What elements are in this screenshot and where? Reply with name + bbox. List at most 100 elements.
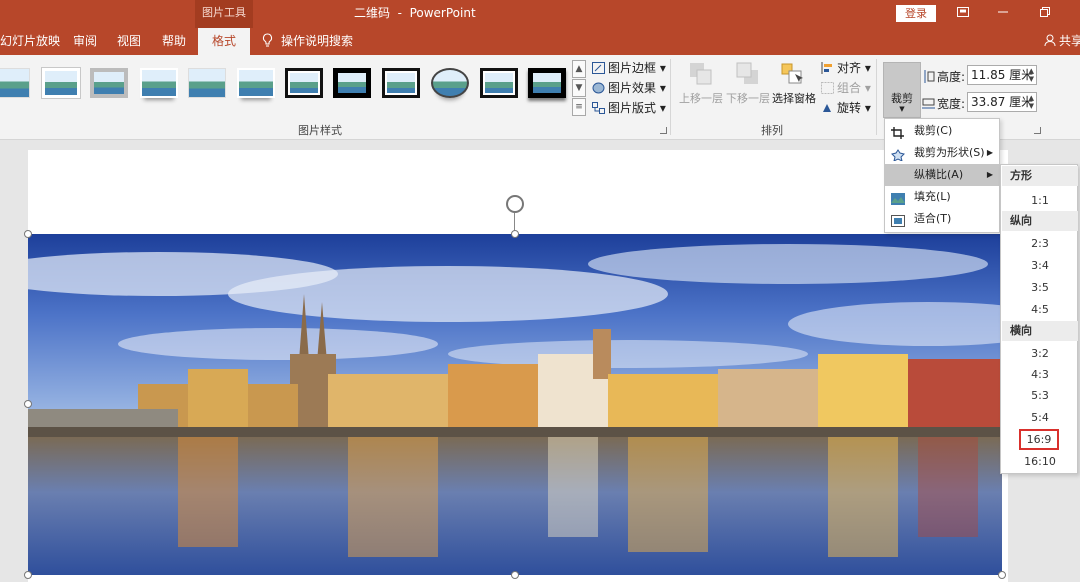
- picture-layout-button[interactable]: 图片版式 ▾: [592, 99, 666, 117]
- tell-me-search[interactable]: 操作说明搜索: [262, 28, 353, 55]
- height-icon: [922, 70, 935, 86]
- menu-item-fill-label: 填充(L): [914, 190, 951, 203]
- tell-me-label: 操作说明搜索: [281, 34, 354, 48]
- picture-layout-icon: [592, 101, 605, 114]
- menu-item-fit[interactable]: 适合(T): [885, 208, 999, 230]
- fit-icon: [891, 213, 905, 227]
- picture-effects-button[interactable]: 图片效果 ▾: [592, 79, 666, 97]
- bring-forward-button[interactable]: 上移一层: [677, 90, 725, 106]
- ratio-16-10[interactable]: 16:10: [1002, 451, 1078, 472]
- group-button[interactable]: 组合 ▾: [821, 79, 871, 97]
- group-icon: [821, 81, 834, 94]
- selected-picture[interactable]: [28, 234, 1002, 575]
- ratio-2-3[interactable]: 2:3: [1002, 233, 1078, 254]
- menu-item-crop-label: 裁剪(C): [914, 124, 953, 137]
- tab-view[interactable]: 视图: [117, 28, 141, 55]
- square-section-heading: 方形: [1002, 166, 1078, 186]
- resize-handle-bottom[interactable]: [511, 571, 519, 579]
- ratio-3-5[interactable]: 3:5: [1002, 277, 1078, 298]
- ratio-3-2[interactable]: 3:2: [1002, 343, 1078, 364]
- picture-style-7[interactable]: [285, 68, 323, 98]
- minimize-icon[interactable]: [988, 0, 1018, 28]
- send-backward-button[interactable]: 下移一层: [724, 90, 772, 106]
- ratio-4-3[interactable]: 4:3: [1002, 364, 1078, 385]
- menu-item-aspect-ratio[interactable]: 纵横比(A) ▶: [885, 164, 999, 186]
- person-icon: [1044, 30, 1057, 57]
- menu-item-aspect-ratio-label: 纵横比(A): [914, 168, 964, 181]
- selection-pane-button[interactable]: 选择窗格: [770, 90, 818, 106]
- picture-style-9[interactable]: [382, 68, 420, 98]
- crop-dropdown-icon: ▼: [899, 105, 905, 113]
- width-spinner-icon[interactable]: ▲ ▼: [1029, 94, 1034, 110]
- menu-item-crop-to-shape[interactable]: 裁剪为形状(S) ▶: [885, 142, 999, 164]
- picture-style-11[interactable]: [480, 68, 518, 98]
- picture-border-button[interactable]: 图片边框 ▾: [592, 59, 666, 77]
- menu-item-fill[interactable]: 填充(L): [885, 186, 999, 208]
- picture-style-3[interactable]: [90, 68, 128, 98]
- height-input[interactable]: 11.85 厘米 ▲ ▼: [967, 65, 1037, 85]
- gallery-scroll-up-icon[interactable]: ▲: [572, 60, 586, 78]
- ratio-4-5[interactable]: 4:5: [1002, 299, 1078, 320]
- tab-format[interactable]: 格式: [198, 28, 250, 55]
- rotate-icon: [821, 101, 834, 113]
- resize-handle-top[interactable]: [511, 230, 519, 238]
- gallery-more-icon[interactable]: ≡: [572, 98, 586, 116]
- picture-tools-context-tab: 图片工具: [195, 0, 253, 28]
- share-button[interactable]: 共享: [1044, 28, 1080, 55]
- group-divider: [876, 59, 877, 135]
- width-field: 宽度:: [922, 95, 965, 113]
- ratio-16-9[interactable]: 16:9: [1019, 429, 1059, 450]
- picture-style-4[interactable]: [140, 68, 178, 98]
- ribbon-tab-row: 幻灯片放映 审阅 视图 帮助 格式 操作说明搜索 共享: [0, 28, 1080, 55]
- ratio-5-4[interactable]: 5:4: [1002, 407, 1078, 428]
- login-button[interactable]: 登录: [896, 5, 936, 22]
- height-spinner-icon[interactable]: ▲ ▼: [1029, 67, 1034, 83]
- picture-style-6[interactable]: [237, 68, 275, 98]
- picture-styles-group-label: 图片样式: [298, 124, 342, 137]
- arrange-group-label: 排列: [761, 124, 783, 137]
- tab-slideshow[interactable]: 幻灯片放映: [0, 28, 60, 55]
- picture-style-10[interactable]: [431, 68, 469, 98]
- resize-handle-left[interactable]: [24, 400, 32, 408]
- title-bar: 图片工具 二维码 - PowerPoint 登录: [0, 0, 1080, 28]
- maximize-icon[interactable]: [1030, 0, 1060, 28]
- size-launcher-icon[interactable]: [1034, 127, 1041, 134]
- rotate-handle-icon[interactable]: [506, 195, 524, 213]
- ratio-3-4[interactable]: 3:4: [1002, 255, 1078, 276]
- selection-pane-icon: [780, 62, 804, 86]
- rotate-button[interactable]: 旋转 ▾: [821, 99, 871, 117]
- crop-icon: [891, 125, 905, 139]
- tab-review[interactable]: 审阅: [73, 28, 97, 55]
- share-label: 共享: [1059, 34, 1080, 48]
- picture-border-icon: [592, 61, 605, 74]
- align-icon: [821, 61, 834, 74]
- lightbulb-icon: [262, 31, 273, 58]
- resize-handle-bottom-right[interactable]: [998, 571, 1006, 579]
- picture-style-5[interactable]: [188, 68, 226, 98]
- fill-icon: [891, 191, 905, 205]
- height-value: 11.85 厘米: [971, 68, 1034, 82]
- portrait-section-heading: 纵向: [1002, 211, 1078, 231]
- resize-handle-top-left[interactable]: [24, 230, 32, 238]
- picture-styles-launcher-icon[interactable]: [660, 127, 667, 134]
- picture-style-8[interactable]: [333, 68, 371, 98]
- menu-item-crop[interactable]: 裁剪(C): [885, 120, 999, 142]
- gallery-scroll-down-icon[interactable]: ▼: [572, 79, 586, 97]
- width-value: 33.87 厘米: [971, 95, 1034, 109]
- picture-style-2[interactable]: [42, 68, 80, 98]
- picture-style-12[interactable]: [528, 68, 566, 98]
- crop-button[interactable]: 裁剪 ▼: [883, 62, 921, 118]
- submenu-arrow-icon: ▶: [986, 148, 993, 157]
- resize-handle-bottom-left[interactable]: [24, 571, 32, 579]
- align-button[interactable]: 对齐 ▾: [821, 59, 871, 77]
- bring-forward-icon: [689, 62, 713, 86]
- send-backward-icon: [736, 62, 760, 86]
- tab-help[interactable]: 帮助: [162, 28, 186, 55]
- ratio-5-3[interactable]: 5:3: [1002, 385, 1078, 406]
- picture-style-1[interactable]: [0, 68, 30, 98]
- ratio-1-1[interactable]: 1:1: [1002, 190, 1078, 211]
- crop-menu: 裁剪(C) 裁剪为形状(S) ▶ 纵横比(A) ▶ 填充(L) 适合(T): [884, 118, 1000, 233]
- ribbon-display-icon[interactable]: [948, 0, 978, 28]
- width-input[interactable]: 33.87 厘米 ▲ ▼: [967, 92, 1037, 112]
- crop-label: 裁剪: [891, 92, 913, 105]
